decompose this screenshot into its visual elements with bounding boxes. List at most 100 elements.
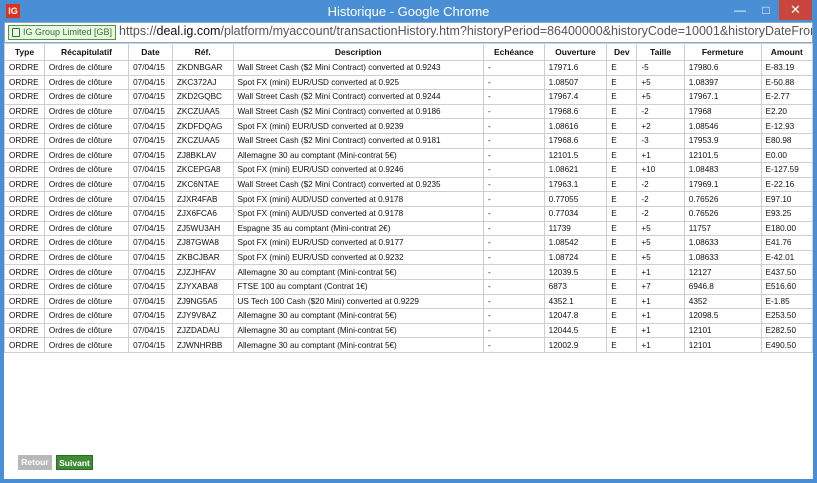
maximize-button[interactable]: □ [753, 0, 779, 20]
cell-open: 6873 [543, 278, 608, 295]
cell-currency: E [606, 278, 638, 295]
cell-date: 07/04/15 [128, 278, 173, 295]
cell-description: FTSE 100 au comptant (Contrat 1€) [232, 278, 484, 295]
cell-open: 0.77055 [543, 191, 608, 207]
cell-size: -2 [636, 191, 685, 207]
cell-close: 12101.5 [683, 147, 762, 164]
cell-expiry: - [482, 89, 545, 105]
cell-expiry: - [482, 220, 545, 237]
table-row: ORDRE Ordres de clôture 07/04/15 ZJWNHRBB Al… [4, 337, 813, 353]
cell-summary: Ordres de clôture [43, 147, 130, 164]
column-header-size[interactable]: Taille [636, 43, 685, 61]
cell-amount: E-42.01 [760, 249, 813, 266]
table-row: ORDRE Ordres de clôture 07/04/15 ZJY9V8AZ Al… [4, 308, 813, 324]
minimize-button[interactable]: — [727, 0, 753, 20]
cell-type: ORDRE [4, 162, 45, 178]
column-header-description[interactable]: Description [232, 43, 484, 61]
cell-amount: E2.20 [760, 103, 813, 120]
cell-currency: E [606, 264, 638, 280]
cell-ref: ZKBCJBAR [171, 249, 234, 266]
cell-expiry: - [482, 176, 545, 193]
cell-amount: E-2.77 [760, 89, 813, 105]
cell-ref: ZJZDADAU [171, 322, 234, 339]
cell-open: 17967.4 [543, 89, 608, 105]
cell-date: 07/04/15 [128, 176, 173, 193]
column-header-amount[interactable]: Amount [760, 43, 813, 61]
cell-type: ORDRE [4, 235, 45, 251]
cell-type: ORDRE [4, 89, 45, 105]
cell-ref: ZJX6FCA6 [171, 205, 234, 222]
cell-size: +5 [636, 89, 685, 105]
table-row: ORDRE Ordres de clôture 07/04/15 ZKDFDQAG Sp… [4, 118, 813, 134]
url-text[interactable]: https://deal.ig.com/platform/myaccount/t… [119, 24, 812, 38]
table-row: ORDRE Ordres de clôture 07/04/15 ZKCZUAA5 Wa… [4, 103, 813, 120]
cell-size: +5 [636, 74, 685, 91]
next-button[interactable]: Suivant [56, 455, 93, 470]
cell-currency: E [606, 191, 638, 207]
cell-ref: ZJ9NG5A5 [171, 293, 234, 310]
cell-currency: E [606, 74, 638, 91]
security-badge[interactable]: IG Group Limited [GB] [8, 25, 117, 40]
cell-close: 1.08546 [683, 118, 762, 134]
browser-window: IG Historique - Google Chrome — □ ✕ IG G… [0, 0, 817, 483]
cell-open: 17971.6 [543, 60, 608, 76]
cell-summary: Ordres de clôture [43, 235, 130, 251]
column-header-currency[interactable]: Dev [606, 43, 638, 61]
column-header-open[interactable]: Ouverture [543, 43, 608, 61]
cell-date: 07/04/15 [128, 264, 173, 280]
cell-description: Wall Street Cash ($2 Mini Contract) conv… [232, 176, 484, 193]
table-row: ORDRE Ordres de clôture 07/04/15 ZKC372AJ Sp… [4, 74, 813, 91]
cell-ref: ZJ87GWA8 [171, 235, 234, 251]
cell-summary: Ordres de clôture [43, 264, 130, 280]
cell-size: +1 [636, 147, 685, 164]
cell-size: +1 [636, 322, 685, 339]
cell-summary: Ordres de clôture [43, 118, 130, 134]
cell-date: 07/04/15 [128, 322, 173, 339]
cell-amount: E516.60 [760, 278, 813, 295]
cell-size: -5 [636, 60, 685, 76]
address-bar[interactable]: IG Group Limited [GB] https://deal.ig.co… [4, 22, 813, 43]
cell-amount: E-12.93 [760, 118, 813, 134]
column-header-expiry[interactable]: Echéance [482, 43, 545, 61]
cell-summary: Ordres de clôture [43, 308, 130, 324]
cell-open: 12047.8 [543, 308, 608, 324]
cell-currency: E [606, 176, 638, 193]
cell-summary: Ordres de clôture [43, 249, 130, 266]
cell-close: 1.08483 [683, 162, 762, 178]
cell-currency: E [606, 147, 638, 164]
table-row: ORDRE Ordres de clôture 07/04/15 ZKCZUAA5 Wa… [4, 132, 813, 149]
close-button[interactable]: ✕ [779, 0, 812, 20]
cell-currency: E [606, 60, 638, 76]
cell-currency: E [606, 220, 638, 237]
previous-button[interactable]: Retour [18, 455, 52, 470]
cell-close: 0.76526 [683, 205, 762, 222]
column-header-date[interactable]: Date [128, 43, 173, 61]
cell-ref: ZKDNBGAR [171, 60, 234, 76]
cell-size: +1 [636, 293, 685, 310]
cell-type: ORDRE [4, 74, 45, 91]
cell-ref: ZJZJHFAV [171, 264, 234, 280]
cell-summary: Ordres de clôture [43, 278, 130, 295]
cell-description: Espagne 35 au comptant (Mini-contrat 2€) [232, 220, 484, 237]
cell-description: Allemagne 30 au comptant (Mini-contrat 5… [232, 337, 484, 353]
url-path: /platform/myaccount/transactionHistory.h… [220, 24, 812, 38]
cell-ref: ZKDFDQAG [171, 118, 234, 134]
cell-currency: E [606, 308, 638, 324]
column-header-summary[interactable]: Récapitulatif [43, 43, 130, 61]
cell-open: 12002.9 [543, 337, 608, 353]
column-header-close[interactable]: Fermeture [683, 43, 762, 61]
cell-type: ORDRE [4, 191, 45, 207]
cell-description: Spot FX (mini) EUR/USD converted at 0.91… [232, 235, 484, 251]
cell-type: ORDRE [4, 278, 45, 295]
cell-date: 07/04/15 [128, 205, 173, 222]
cell-description: Wall Street Cash ($2 Mini Contract) conv… [232, 60, 484, 76]
cell-type: ORDRE [4, 308, 45, 324]
title-bar: IG Historique - Google Chrome — □ ✕ [0, 0, 817, 22]
column-header-ref[interactable]: Réf. [171, 43, 234, 61]
cell-date: 07/04/15 [128, 118, 173, 134]
cell-ref: ZKC6NTAE [171, 176, 234, 193]
cell-close: 4352 [683, 293, 762, 310]
cell-currency: E [606, 322, 638, 339]
cell-description: Spot FX (mini) AUD/USD converted at 0.91… [232, 191, 484, 207]
column-header-type[interactable]: Type [4, 43, 45, 61]
